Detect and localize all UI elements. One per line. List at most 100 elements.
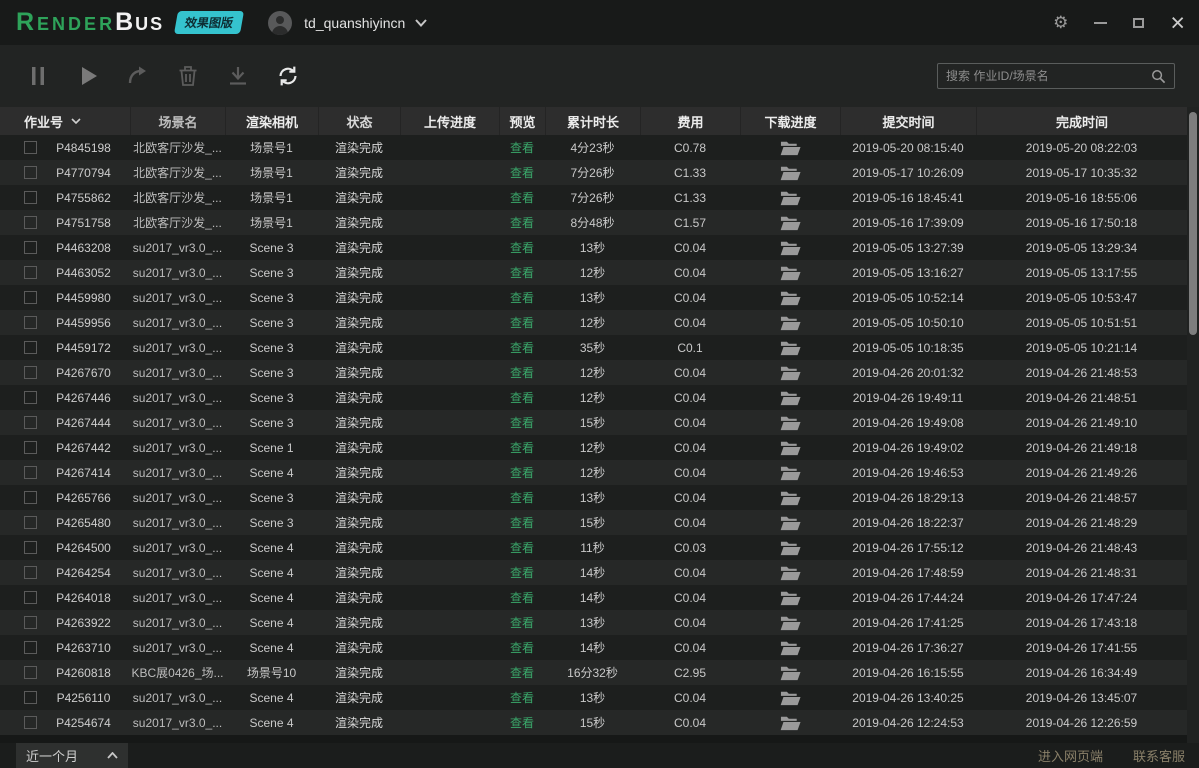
preview-link[interactable]: 查看	[510, 164, 534, 181]
download-folder-button[interactable]	[740, 485, 840, 510]
download-folder-button[interactable]	[740, 160, 840, 185]
download-folder-button[interactable]	[740, 285, 840, 310]
download-folder-button[interactable]	[740, 335, 840, 360]
preview-link[interactable]: 查看	[510, 689, 534, 706]
download-folder-button[interactable]	[740, 210, 840, 235]
preview-link[interactable]: 查看	[510, 464, 534, 481]
row-checkbox[interactable]	[24, 391, 37, 404]
table-row[interactable]: P4267444su2017_vr3.0_...Scene 3渲染完成查看15秒…	[0, 410, 1187, 435]
preview-link[interactable]: 查看	[510, 614, 534, 631]
search-icon[interactable]	[1151, 69, 1166, 84]
row-checkbox[interactable]	[24, 516, 37, 529]
column-header[interactable]: 渲染相机	[225, 107, 318, 135]
preview-link[interactable]: 查看	[510, 314, 534, 331]
row-checkbox[interactable]	[24, 666, 37, 679]
table-row[interactable]: P4265766su2017_vr3.0_...Scene 3渲染完成查看13秒…	[0, 485, 1187, 510]
preview-link[interactable]: 查看	[510, 239, 534, 256]
row-checkbox[interactable]	[24, 291, 37, 304]
table-row[interactable]: P4770794北欧客厅沙发_...场景号1渲染完成查看7分26秒C1.3320…	[0, 160, 1187, 185]
row-checkbox[interactable]	[24, 541, 37, 554]
download-folder-button[interactable]	[740, 235, 840, 260]
preview-link[interactable]: 查看	[510, 489, 534, 506]
table-row[interactable]: P4265480su2017_vr3.0_...Scene 3渲染完成查看15秒…	[0, 510, 1187, 535]
row-checkbox[interactable]	[24, 441, 37, 454]
download-icon[interactable]	[224, 62, 252, 90]
preview-link[interactable]: 查看	[510, 364, 534, 381]
table-row[interactable]: P4463052su2017_vr3.0_...Scene 3渲染完成查看12秒…	[0, 260, 1187, 285]
preview-link[interactable]: 查看	[510, 139, 534, 156]
date-range-select[interactable]: 近一个月	[16, 743, 128, 768]
row-checkbox[interactable]	[24, 566, 37, 579]
table-row[interactable]: P4254674su2017_vr3.0_...Scene 4渲染完成查看15秒…	[0, 710, 1187, 735]
download-folder-button[interactable]	[740, 635, 840, 660]
row-checkbox[interactable]	[24, 641, 37, 654]
download-folder-button[interactable]	[740, 435, 840, 460]
row-checkbox[interactable]	[24, 166, 37, 179]
download-folder-button[interactable]	[740, 535, 840, 560]
trash-icon[interactable]	[174, 62, 202, 90]
preview-link[interactable]: 查看	[510, 664, 534, 681]
row-checkbox[interactable]	[24, 416, 37, 429]
row-checkbox[interactable]	[24, 691, 37, 704]
row-checkbox[interactable]	[24, 466, 37, 479]
table-row[interactable]: P4845198北欧客厅沙发_...场景号1渲染完成查看4分23秒C0.7820…	[0, 135, 1187, 160]
table-row[interactable]: P4264018su2017_vr3.0_...Scene 4渲染完成查看14秒…	[0, 585, 1187, 610]
pause-icon[interactable]	[24, 62, 52, 90]
download-folder-button[interactable]	[740, 385, 840, 410]
download-folder-button[interactable]	[740, 135, 840, 160]
table-row[interactable]: P4263710su2017_vr3.0_...Scene 4渲染完成查看14秒…	[0, 635, 1187, 660]
table-row[interactable]: P4751758北欧客厅沙发_...场景号1渲染完成查看8分48秒C1.5720…	[0, 210, 1187, 235]
table-row[interactable]: P4267446su2017_vr3.0_...Scene 3渲染完成查看12秒…	[0, 385, 1187, 410]
close-button[interactable]: ×	[1170, 13, 1185, 33]
table-row[interactable]: P4755862北欧客厅沙发_...场景号1渲染完成查看7分26秒C1.3320…	[0, 185, 1187, 210]
preview-link[interactable]: 查看	[510, 414, 534, 431]
table-row[interactable]: P4256110su2017_vr3.0_...Scene 4渲染完成查看13秒…	[0, 685, 1187, 710]
preview-link[interactable]: 查看	[510, 264, 534, 281]
vertical-scrollbar[interactable]	[1187, 107, 1199, 743]
play-icon[interactable]	[74, 62, 102, 90]
row-checkbox[interactable]	[24, 241, 37, 254]
download-folder-button[interactable]	[740, 660, 840, 685]
download-folder-button[interactable]	[740, 710, 840, 735]
table-row[interactable]: P4267414su2017_vr3.0_...Scene 4渲染完成查看12秒…	[0, 460, 1187, 485]
row-checkbox[interactable]	[24, 341, 37, 354]
row-checkbox[interactable]	[24, 491, 37, 504]
preview-link[interactable]: 查看	[510, 189, 534, 206]
column-header[interactable]: 下载进度	[740, 107, 840, 135]
download-folder-button[interactable]	[740, 185, 840, 210]
user-menu[interactable]: td_quanshiyincn	[268, 11, 427, 35]
download-folder-button[interactable]	[740, 685, 840, 710]
column-header[interactable]: 上传进度	[400, 107, 499, 135]
preview-link[interactable]: 查看	[510, 514, 534, 531]
refresh-icon[interactable]	[274, 62, 302, 90]
minimize-button[interactable]	[1094, 22, 1107, 24]
row-checkbox[interactable]	[24, 216, 37, 229]
preview-link[interactable]: 查看	[510, 289, 534, 306]
maximize-button[interactable]	[1133, 18, 1144, 28]
column-header[interactable]: 作业号	[0, 107, 130, 135]
redo-icon[interactable]	[124, 62, 152, 90]
column-header[interactable]: 费用	[640, 107, 740, 135]
column-header[interactable]: 完成时间	[976, 107, 1187, 135]
preview-link[interactable]: 查看	[510, 539, 534, 556]
download-folder-button[interactable]	[740, 410, 840, 435]
download-folder-button[interactable]	[740, 360, 840, 385]
download-folder-button[interactable]	[740, 610, 840, 635]
row-checkbox[interactable]	[24, 591, 37, 604]
column-header[interactable]: 提交时间	[840, 107, 976, 135]
contact-support-link[interactable]: 联系客服	[1133, 746, 1185, 765]
table-row[interactable]: P4267442su2017_vr3.0_...Scene 1渲染完成查看12秒…	[0, 435, 1187, 460]
table-row[interactable]: P4459980su2017_vr3.0_...Scene 3渲染完成查看13秒…	[0, 285, 1187, 310]
column-header[interactable]: 预览	[499, 107, 545, 135]
download-folder-button[interactable]	[740, 585, 840, 610]
download-folder-button[interactable]	[740, 260, 840, 285]
preview-link[interactable]: 查看	[510, 389, 534, 406]
preview-link[interactable]: 查看	[510, 214, 534, 231]
preview-link[interactable]: 查看	[510, 639, 534, 656]
download-folder-button[interactable]	[740, 460, 840, 485]
download-folder-button[interactable]	[740, 560, 840, 585]
column-header[interactable]: 累计时长	[545, 107, 640, 135]
preview-link[interactable]: 查看	[510, 589, 534, 606]
table-row[interactable]: P4463208su2017_vr3.0_...Scene 3渲染完成查看13秒…	[0, 235, 1187, 260]
preview-link[interactable]: 查看	[510, 714, 534, 731]
